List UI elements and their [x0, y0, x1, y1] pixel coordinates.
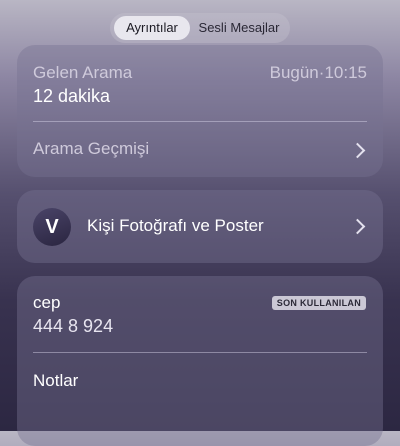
call-type-label: Gelen Arama: [33, 63, 133, 82]
notes-label[interactable]: Notlar: [33, 371, 78, 391]
call-timestamp: Bugün·10:15: [270, 63, 367, 83]
avatar: V: [33, 208, 71, 246]
phone-card: cep 444 8 924 SON KULLANILAN Notlar: [17, 276, 383, 446]
call-info-card: Gelen Arama Bugün·10:15 12 dakika Arama …: [17, 45, 383, 177]
call-duration: 12 dakika: [33, 86, 111, 106]
phone-type-label: cep: [33, 293, 61, 312]
call-history-row[interactable]: Arama Geçmişi: [17, 122, 383, 177]
divider: [33, 352, 367, 353]
recently-used-badge: SON KULLANILAN: [271, 296, 366, 310]
call-time: 10:15: [324, 63, 367, 82]
contact-photo-poster-label: Kişi Fotoğrafı ve Poster: [87, 216, 264, 235]
call-date: Bugün: [269, 63, 319, 82]
phone-row[interactable]: cep 444 8 924 SON KULLANILAN: [17, 276, 383, 351]
details-tab[interactable]: Ayrıntılar: [114, 16, 190, 40]
segmented-control: Ayrıntılar Sesli Mesajlar: [110, 13, 290, 43]
phone-number[interactable]: 444 8 924: [33, 316, 113, 337]
chevron-right-icon: [349, 218, 366, 235]
contact-photo-poster-row[interactable]: V Kişi Fotoğrafı ve Poster: [17, 190, 383, 263]
chevron-right-icon: [349, 142, 366, 159]
voicemail-tab[interactable]: Sesli Mesajlar: [192, 16, 286, 40]
call-history-label: Arama Geçmişi: [33, 139, 150, 158]
